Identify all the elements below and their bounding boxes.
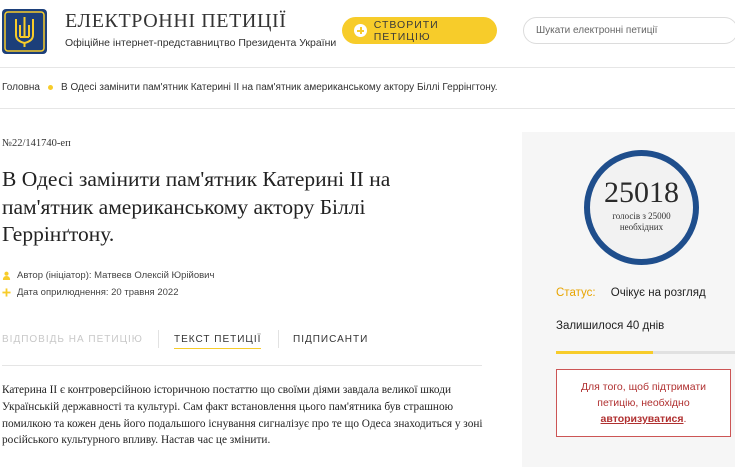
status-value: Очікує на розгляд [610, 287, 706, 299]
author-text: Автор (ініціатор): Матвеєв Олексій Юрійо… [17, 270, 215, 281]
petition-body: Катерина ІІ є контроверсійною історичною… [2, 384, 483, 447]
vote-label-line1: голосів з 25000 [612, 211, 671, 221]
days-remaining: Залишилося 40 днів [556, 320, 665, 332]
create-petition-button[interactable]: СТВОРИТИ ПЕТИЦІЮ [342, 17, 497, 44]
breadcrumb: Головна В Одесі замінити пам'ятник Катер… [2, 82, 498, 93]
vote-label-line2: необхідних [619, 222, 664, 232]
site-subtitle: Офіційне інтернет-представництво Президе… [65, 37, 337, 49]
vote-count: 25018 [604, 176, 679, 209]
breadcrumb-separator [48, 85, 53, 90]
signature-sidebar: 25018 голосів з 25000 необхідних Статус:… [522, 132, 735, 467]
auth-line2: петицію, необхідно [597, 397, 690, 409]
auth-end: . [683, 413, 687, 425]
header-divider [0, 67, 735, 68]
status-row: Статус: Очікує на розгляд [556, 287, 706, 299]
breadcrumb-current: В Одесі замінити пам'ятник Катерині ІІ н… [61, 82, 498, 93]
breadcrumb-divider [0, 108, 735, 109]
site-title[interactable]: ЕЛЕКТРОННІ ПЕТИЦІЇ [65, 10, 287, 33]
tab-separator [278, 330, 279, 348]
vote-counter: 25018 голосів з 25000 необхідних [584, 150, 699, 265]
publish-date-text: Дата оприлюднення: 20 травня 2022 [17, 287, 179, 298]
tab-response[interactable]: ВІДПОВІДЬ НА ПЕТИЦІЮ [2, 334, 143, 345]
auth-line1: Для того, щоб підтримати [580, 381, 707, 393]
tab-separator [158, 330, 159, 348]
site-header: ЕЛЕКТРОННІ ПЕТИЦІЇ Офіційне інтернет-пре… [0, 0, 735, 66]
days-progress-bar [556, 351, 735, 354]
breadcrumb-home-link[interactable]: Головна [2, 82, 40, 93]
plus-small-icon [2, 288, 11, 297]
status-key: Статус: [556, 287, 596, 299]
person-icon [2, 271, 11, 280]
author-row: Автор (ініціатор): Матвеєв Олексій Юрійо… [2, 270, 214, 281]
tab-petition-text[interactable]: ТЕКСТ ПЕТИЦІЇ [174, 334, 262, 349]
tab-signers[interactable]: ПІДПИСАНТИ [293, 334, 368, 345]
petition-number: №22/141740-еп [2, 138, 71, 149]
auth-required-notice: Для того, щоб підтримати петицію, необхі… [556, 369, 731, 437]
days-progress-fill [556, 351, 654, 354]
date-row: Дата оприлюднення: 20 травня 2022 [2, 287, 178, 298]
create-petition-label: СТВОРИТИ ПЕТИЦІЮ [373, 18, 439, 43]
search-input[interactable] [523, 17, 735, 44]
trident-logo-icon[interactable] [2, 9, 47, 54]
petition-title: В Одесі замінити пам'ятник Катерині ІІ н… [2, 167, 391, 246]
login-link[interactable]: авторизуватися [601, 413, 684, 425]
petition-tabs: ВІДПОВІДЬ НА ПЕТИЦІЮ ТЕКСТ ПЕТИЦІЇ ПІДПИ… [2, 330, 482, 366]
auth-line3: авторизуватися. [557, 411, 730, 427]
plus-icon [354, 24, 367, 37]
